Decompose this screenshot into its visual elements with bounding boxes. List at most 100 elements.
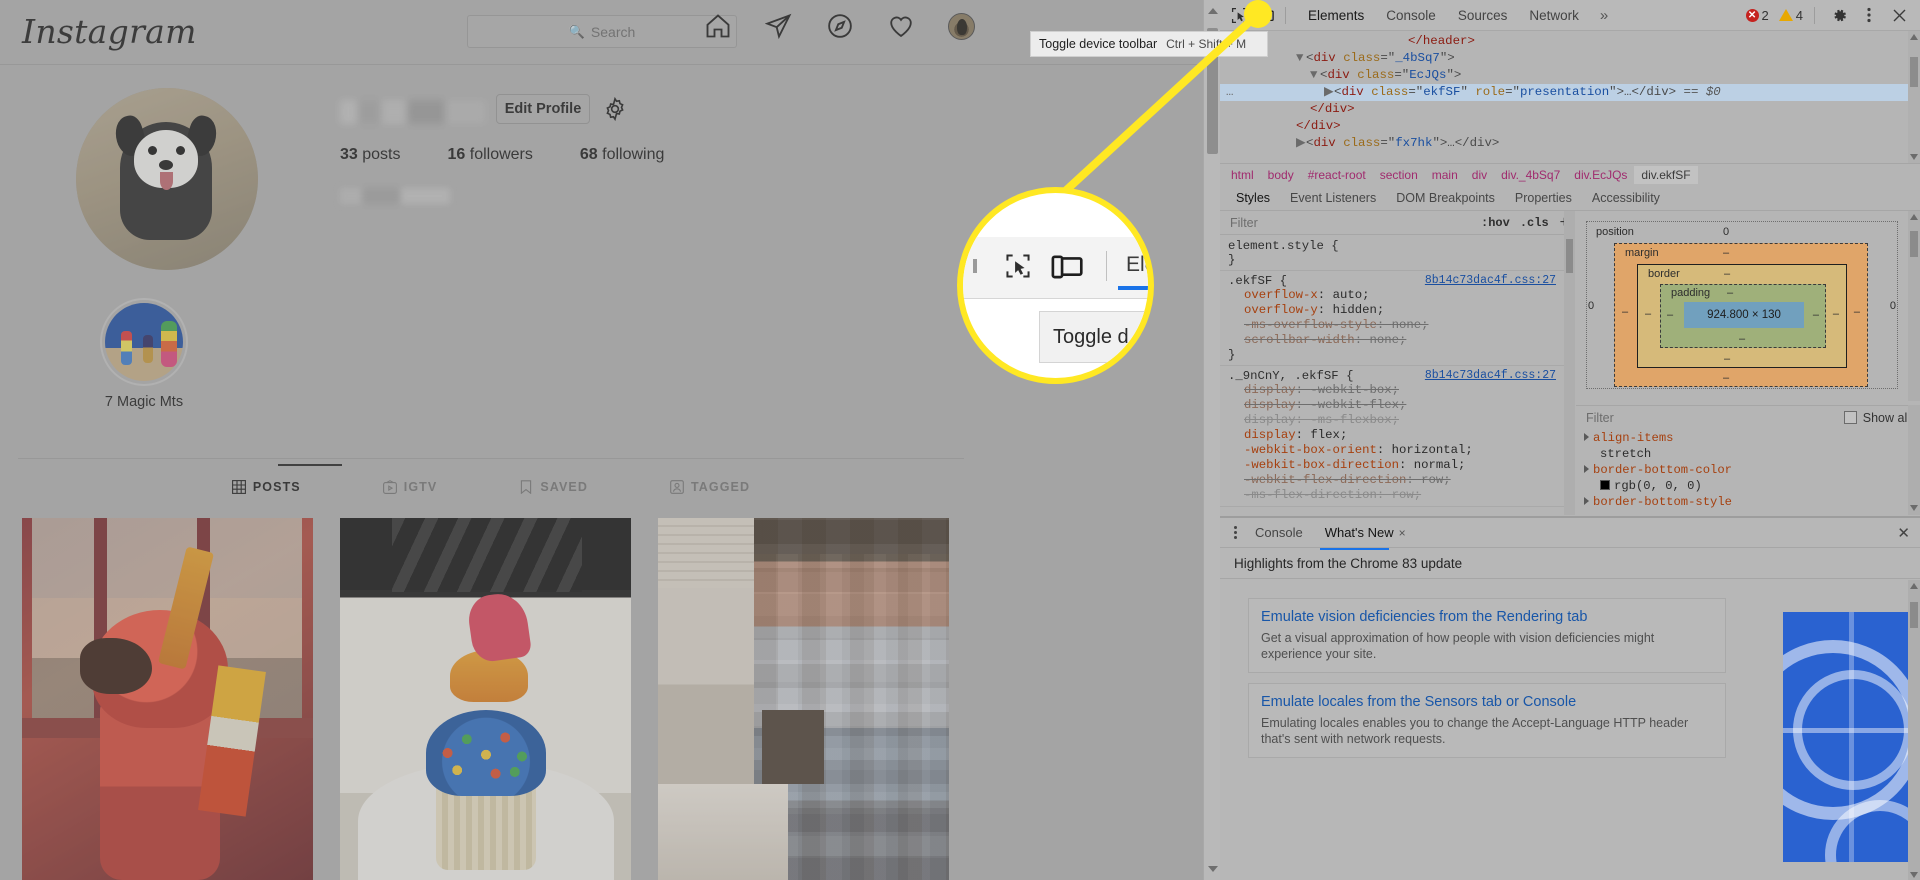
whats-new-card-title[interactable]: Emulate vision deficiencies from the Ren… bbox=[1261, 609, 1713, 625]
computed-scrollbar[interactable] bbox=[1908, 405, 1920, 515]
expand-triangle-icon[interactable] bbox=[1584, 497, 1589, 505]
scroll-up-arrow-icon[interactable] bbox=[1910, 583, 1918, 589]
style-declaration[interactable]: overflow-x: auto; bbox=[1228, 288, 1564, 303]
breadcrumb-item[interactable]: #react-root bbox=[1301, 166, 1373, 184]
scrollbar-thumb[interactable] bbox=[1910, 602, 1918, 628]
close-icon[interactable] bbox=[1886, 4, 1912, 26]
disclosure-triangle-icon[interactable]: ▶ bbox=[1296, 135, 1306, 152]
style-declaration-overridden[interactable]: display: -webkit-box; bbox=[1228, 383, 1564, 398]
style-source-link[interactable]: 8b14c73dac4f.css:27 bbox=[1425, 274, 1556, 287]
padding-bottom-value[interactable]: – bbox=[1739, 333, 1745, 345]
style-declaration-overridden[interactable]: scrollbar-width: none; bbox=[1228, 333, 1564, 348]
dom-row[interactable]: </header> bbox=[1220, 33, 1908, 50]
color-swatch[interactable] bbox=[1600, 480, 1610, 490]
show-all-toggle[interactable]: Show all bbox=[1843, 411, 1910, 425]
cls-toggle-button[interactable]: .cls bbox=[1515, 216, 1554, 230]
margin-top-value[interactable]: – bbox=[1723, 247, 1729, 259]
position-left-value[interactable]: 0 bbox=[1588, 300, 1594, 312]
border-top-value[interactable]: – bbox=[1724, 268, 1730, 280]
tab-tagged[interactable]: TAGGED bbox=[670, 476, 750, 494]
whats-new-card[interactable]: Emulate vision deficiencies from the Ren… bbox=[1248, 598, 1726, 673]
tab-properties[interactable]: Properties bbox=[1505, 187, 1582, 209]
dom-row[interactable]: ▼ <div class="EcJQs"> bbox=[1220, 67, 1908, 84]
home-icon[interactable] bbox=[704, 12, 732, 40]
tab-sources[interactable]: Sources bbox=[1447, 4, 1519, 27]
breadcrumb-item[interactable]: body bbox=[1261, 166, 1301, 184]
scroll-down-arrow-icon[interactable] bbox=[1208, 866, 1218, 872]
drawer-tab-console[interactable]: Console bbox=[1244, 520, 1314, 545]
margin-bottom-value[interactable]: – bbox=[1723, 372, 1729, 384]
style-declaration[interactable]: -webkit-box-direction: normal; bbox=[1228, 458, 1564, 473]
breadcrumb-item[interactable]: div.EcJQs bbox=[1567, 166, 1634, 184]
position-right-value[interactable]: 0 bbox=[1890, 300, 1896, 312]
story-highlight[interactable]: 7 Magic Mts bbox=[64, 298, 224, 410]
tab-saved[interactable]: SAVED bbox=[519, 476, 588, 494]
dom-row[interactable]: ▶<div class="fx7hk">…</div> bbox=[1220, 135, 1908, 152]
tab-igtv[interactable]: IGTV bbox=[382, 476, 438, 494]
style-declaration[interactable]: -webkit-box-orient: horizontal; bbox=[1228, 443, 1564, 458]
post-thumbnail[interactable] bbox=[22, 518, 313, 880]
scroll-up-arrow-icon[interactable] bbox=[1208, 8, 1218, 14]
inspect-element-icon[interactable] bbox=[1226, 4, 1252, 26]
scroll-up-arrow-icon[interactable] bbox=[1910, 214, 1918, 220]
explore-icon[interactable] bbox=[826, 12, 854, 40]
tab-dom-breakpoints[interactable]: DOM Breakpoints bbox=[1386, 187, 1505, 209]
margin-left-value[interactable]: – bbox=[1622, 306, 1628, 318]
style-rule[interactable]: .ekfSF { 8b14c73dac4f.css:27 overflow-x:… bbox=[1220, 271, 1564, 366]
gear-icon[interactable] bbox=[602, 96, 628, 122]
device-toolbar-icon[interactable] bbox=[1252, 4, 1278, 26]
error-count-badge[interactable]: ✕ 2 bbox=[1745, 8, 1769, 23]
page-scrollbar[interactable] bbox=[1203, 0, 1220, 880]
scroll-down-arrow-icon[interactable] bbox=[1910, 154, 1918, 160]
whats-new-card[interactable]: Emulate locales from the Sensors tab or … bbox=[1248, 683, 1726, 758]
breadcrumb-item[interactable]: section bbox=[1373, 166, 1425, 184]
device-toolbar-icon[interactable] bbox=[1051, 251, 1083, 281]
computed-property[interactable]: border-bottom-style bbox=[1576, 494, 1908, 510]
disclosure-triangle-icon[interactable]: ▼ bbox=[1296, 50, 1306, 67]
expand-triangle-icon[interactable] bbox=[1584, 465, 1589, 473]
dom-tree-scrollbar[interactable] bbox=[1908, 31, 1920, 163]
padding-top-value[interactable]: – bbox=[1727, 287, 1733, 299]
tab-network[interactable]: Network bbox=[1518, 4, 1590, 27]
scroll-down-arrow-icon[interactable] bbox=[1910, 872, 1918, 878]
styles-filter-input[interactable]: Filter bbox=[1220, 216, 1476, 230]
inspect-element-icon[interactable] bbox=[1004, 253, 1032, 279]
edit-profile-button[interactable]: Edit Profile bbox=[496, 94, 590, 124]
gear-icon[interactable] bbox=[1826, 4, 1852, 26]
breadcrumb-item[interactable]: main bbox=[1425, 166, 1465, 184]
style-declaration-overridden[interactable]: -webkit-flex-direction: row; bbox=[1228, 473, 1564, 488]
padding-left-value[interactable]: – bbox=[1667, 309, 1673, 321]
scrollbar-thumb[interactable] bbox=[1910, 231, 1918, 257]
dom-row[interactable]: </div> bbox=[1220, 101, 1908, 118]
post-thumbnail[interactable] bbox=[340, 518, 631, 880]
breadcrumb-item[interactable]: div._4bSq7 bbox=[1494, 166, 1567, 184]
tab-accessibility[interactable]: Accessibility bbox=[1582, 187, 1670, 209]
drawer-scrollbar[interactable] bbox=[1908, 580, 1920, 880]
box-model-scrollbar[interactable] bbox=[1908, 211, 1920, 401]
tab-event-listeners[interactable]: Event Listeners bbox=[1280, 187, 1386, 209]
breadcrumb-item[interactable]: div bbox=[1465, 166, 1494, 184]
position-top-value[interactable]: 0 bbox=[1723, 226, 1729, 238]
dom-row[interactable]: </div> bbox=[1220, 118, 1908, 135]
tab-elements[interactable]: Elements bbox=[1297, 4, 1375, 33]
profile-avatar[interactable] bbox=[948, 12, 975, 40]
style-declaration-overridden[interactable]: display: -webkit-flex; bbox=[1228, 398, 1564, 413]
border-right-value[interactable]: – bbox=[1833, 308, 1839, 320]
warning-count-badge[interactable]: 4 bbox=[1778, 8, 1803, 23]
style-source-link[interactable]: 8b14c73dac4f.css:27 bbox=[1425, 369, 1556, 382]
kebab-menu-icon[interactable] bbox=[1856, 4, 1882, 26]
kebab-menu-icon[interactable] bbox=[1226, 526, 1244, 539]
style-declaration[interactable]: display: flex; bbox=[1228, 428, 1564, 443]
breadcrumb-item[interactable]: html bbox=[1224, 166, 1261, 184]
callout-elements-tab[interactable]: Ele bbox=[1126, 253, 1148, 277]
border-bottom-value[interactable]: – bbox=[1724, 353, 1730, 365]
scrollbar-thumb[interactable] bbox=[1910, 57, 1918, 87]
style-rule[interactable]: element.style { } bbox=[1220, 236, 1564, 271]
dom-row-selected[interactable]: … ▶<div class="ekfSF" role="presentation"… bbox=[1220, 84, 1908, 101]
close-drawer-icon[interactable]: ✕ bbox=[1897, 524, 1910, 542]
search-input[interactable]: 🔍 Search bbox=[467, 15, 737, 48]
tab-console[interactable]: Console bbox=[1375, 4, 1447, 27]
computed-property[interactable]: align-items bbox=[1576, 430, 1908, 446]
disclosure-triangle-icon[interactable]: ▶ bbox=[1324, 84, 1334, 101]
drawer-tab-whats-new[interactable]: What's New bbox=[1314, 520, 1405, 550]
